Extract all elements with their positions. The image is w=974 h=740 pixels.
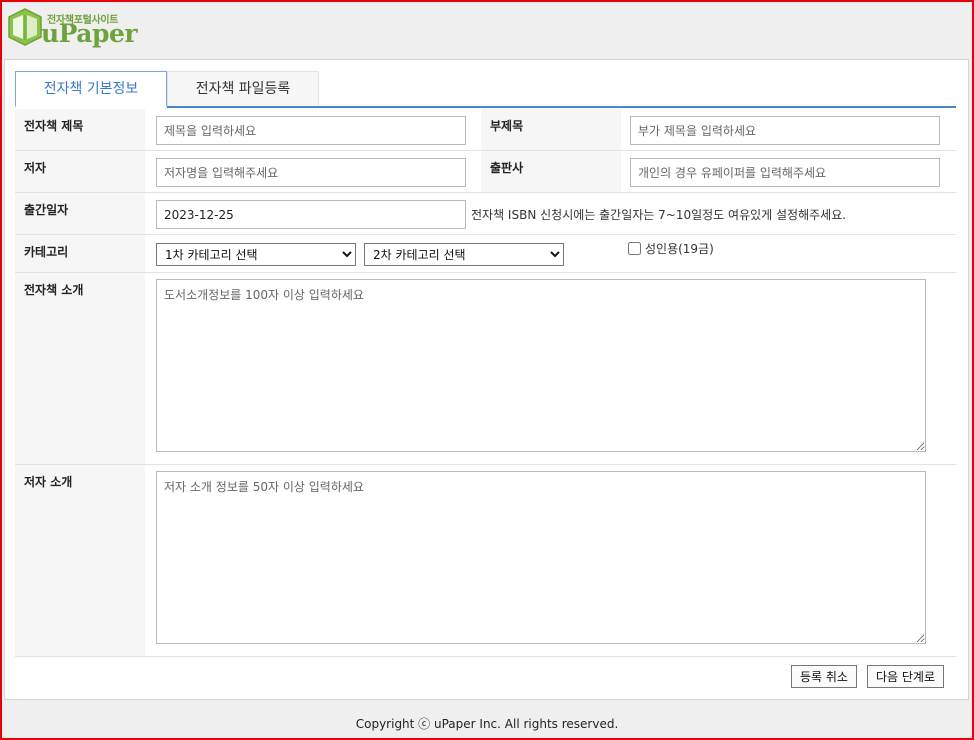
- title-input[interactable]: [156, 116, 466, 145]
- row-book-intro: 전자책 소개: [15, 273, 956, 465]
- adult-checkbox-label: 성인용(19금): [645, 242, 714, 256]
- row-author: 저자 출판사: [15, 151, 956, 193]
- label-author-intro: 저자 소개: [15, 465, 145, 656]
- logo-wordmark: uPaper: [41, 19, 138, 48]
- ebook-registration-panel: 전자책 기본정보 전자책 파일등록 전자책 제목 부제목 저자 출판사 출간일자…: [4, 59, 969, 700]
- row-title: 전자책 제목 부제목: [15, 109, 956, 151]
- label-author: 저자: [15, 151, 145, 192]
- site-header: 전자책포털사이트 uPaper: [2, 2, 972, 58]
- row-author-intro: 저자 소개: [15, 465, 956, 657]
- label-book-intro: 전자책 소개: [15, 273, 145, 464]
- tab-file-upload[interactable]: 전자책 파일등록: [167, 71, 319, 107]
- subtitle-input[interactable]: [630, 116, 940, 145]
- publisher-input[interactable]: [630, 158, 940, 187]
- next-step-button[interactable]: 다음 단계로: [867, 665, 945, 688]
- label-title: 전자책 제목: [15, 109, 145, 150]
- cancel-button[interactable]: 등록 취소: [791, 665, 857, 688]
- pub-date-input[interactable]: [156, 200, 466, 229]
- adult-checkbox[interactable]: [628, 242, 641, 255]
- adult-checkbox-wrap[interactable]: 성인용(19금): [628, 240, 714, 257]
- site-logo[interactable]: 전자책포털사이트 uPaper: [7, 7, 138, 51]
- pub-date-hint: 전자책 ISBN 신청시에는 출간일자는 7~10일정도 여유있게 설정해주세요…: [471, 208, 847, 222]
- copyright: Copyright ⓒ uPaper Inc. All rights reser…: [355, 717, 619, 731]
- category-primary-select[interactable]: 1차 카테고리 선택: [156, 243, 356, 266]
- tab-basic-info[interactable]: 전자책 기본정보: [15, 71, 167, 108]
- author-intro-textarea[interactable]: [156, 471, 926, 644]
- label-pub-date: 출간일자: [15, 193, 145, 234]
- row-category: 카테고리 1차 카테고리 선택 2차 카테고리 선택 성인용(19금): [15, 235, 956, 273]
- label-subtitle: 부제목: [481, 109, 621, 150]
- tab-bar: 전자책 기본정보 전자책 파일등록: [15, 71, 956, 108]
- category-secondary-select[interactable]: 2차 카테고리 선택: [364, 243, 564, 266]
- book-intro-textarea[interactable]: [156, 279, 926, 452]
- author-input[interactable]: [156, 158, 466, 187]
- row-pub-date: 출간일자 전자책 ISBN 신청시에는 출간일자는 7~10일정도 여유있게 설…: [15, 193, 956, 235]
- book-logo-icon: [8, 8, 42, 46]
- label-category: 카테고리: [15, 235, 145, 272]
- label-publisher: 출판사: [481, 151, 621, 192]
